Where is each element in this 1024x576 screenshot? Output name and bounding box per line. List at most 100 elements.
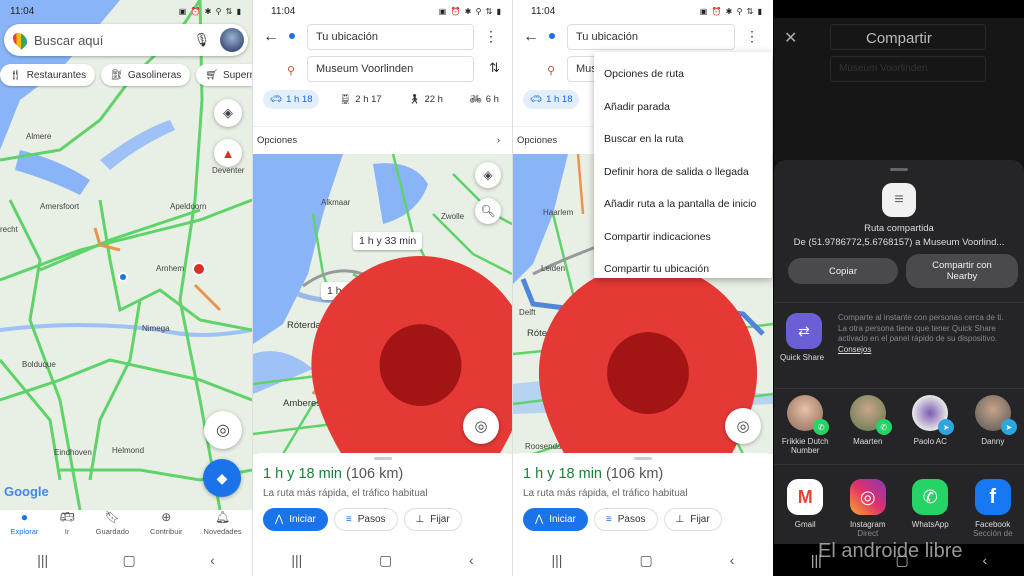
steps-button[interactable]: ≡ Pasos [333, 508, 398, 531]
road-closed-icon[interactable] [192, 262, 206, 276]
contact-item[interactable]: ✆ Frikkie Dutch Number [775, 395, 835, 464]
mode-time: 6 h [485, 94, 499, 105]
menu-item-add-stop[interactable]: Añadir parada [594, 91, 772, 124]
destination-input[interactable]: Museum Voorlinden [307, 56, 474, 82]
start-button[interactable]: ⋀ Iniciar [523, 508, 588, 531]
share-content-title: Ruta compartida [864, 223, 934, 234]
search-along-button[interactable]: 🔍︎ [475, 198, 501, 224]
pin-icon: ● [20, 510, 29, 524]
google-logo: Google [4, 484, 49, 499]
nav-go[interactable]: 🚌︎ Ir [59, 510, 74, 546]
home-icon[interactable]: ▢ [123, 552, 136, 569]
my-location-button[interactable]: ◎ [725, 408, 761, 444]
app-facebook[interactable]: f Facebook Sección de [963, 479, 1023, 538]
menu-item-route-options[interactable]: Opciones de ruta [594, 58, 772, 91]
pin-button[interactable]: ⊥ Fijar [663, 508, 722, 531]
menu-item-add-to-home[interactable]: Añadir ruta a la pantalla de inicio [594, 188, 772, 221]
nav-saved[interactable]: 🔖︎ Guardado [96, 510, 129, 546]
back-icon[interactable]: ‹ [982, 552, 987, 568]
mode-transit[interactable]: 🚆︎ 2 h 17 [332, 90, 388, 109]
dim-destination-field: Museum Voorlinden [830, 56, 986, 82]
contact-avatar: ➤ [912, 395, 955, 435]
contact-item[interactable]: ➤ Danny [963, 395, 1023, 464]
chip-restaurants[interactable]: 🍴︎ Restaurantes [0, 64, 96, 86]
nav-updates[interactable]: 🔔︎ Novedades [204, 510, 242, 546]
drag-handle[interactable] [373, 457, 392, 460]
telegram-badge-icon: ➤ [1000, 419, 1017, 435]
chip-supermarket[interactable]: 🛒︎ Superme [196, 64, 252, 86]
facebook-icon: f [974, 479, 1011, 515]
home-icon[interactable]: ▢ [379, 552, 392, 569]
back-arrow-icon[interactable]: ← [263, 28, 279, 46]
search-input[interactable]: Buscar aquí [34, 33, 193, 48]
share-sheet: ≡ Ruta compartida De (51.9786772,5.67681… [774, 160, 1024, 544]
add-circle-icon: ⊕ [161, 510, 172, 524]
crosshair-icon: ◎ [736, 418, 750, 435]
button-label: Pasos [357, 514, 386, 525]
nearby-button[interactable]: Compartir con Nearby [906, 254, 1018, 288]
back-arrow-icon[interactable]: ← [523, 28, 539, 46]
app-name: Facebook [975, 520, 1011, 529]
contact-name: Danny [981, 437, 1005, 446]
steps-button[interactable]: ≡ Pasos [593, 508, 658, 531]
app-whatsapp[interactable]: ✆ WhatsApp [900, 479, 960, 538]
mode-walk[interactable]: 🚶︎ 22 h [401, 90, 450, 109]
layers-button[interactable]: ◈ [214, 99, 242, 127]
menu-item-set-time[interactable]: Definir hora de salida o llegada [594, 156, 772, 189]
mode-bike[interactable]: 🚲︎ 6 h [463, 90, 506, 109]
compass-button[interactable]: ▲ [214, 139, 242, 167]
home-icon[interactable]: ▢ [639, 552, 652, 569]
mode-car[interactable]: 🚗︎ 1 h 18 [263, 90, 320, 109]
contact-item[interactable]: ➤ Paolo AC [900, 395, 960, 464]
chip-label: Superme [222, 69, 252, 81]
route-map[interactable]: Alkmaar Zwolle Arnhem Róterdam Eindhoven… [253, 154, 512, 454]
pin-button[interactable]: ⊥ Fijar [403, 508, 462, 531]
app-gmail[interactable]: M Gmail [775, 479, 835, 538]
more-vert-icon[interactable]: ⋮ [745, 28, 759, 45]
tips-link[interactable]: Consejos [838, 345, 871, 354]
mic-icon[interactable]: 🎙︎ [193, 32, 210, 48]
menu-item-search-route[interactable]: Buscar en la ruta [594, 123, 772, 156]
back-icon[interactable]: ‹ [210, 552, 215, 568]
map-label: Zwolle [441, 212, 465, 221]
apps-row: M Gmail ◎ Instagram Direct ✆ WhatsApp f Faceb… [774, 464, 1024, 538]
my-location-button[interactable]: ◎ [204, 411, 242, 449]
contact-item[interactable]: ✆ Maarten [838, 395, 898, 464]
layers-button[interactable]: ◈ [475, 162, 501, 188]
nav-contribute[interactable]: ⊕ Contribuir [150, 510, 183, 546]
route-note: La ruta más rápida, el tráfico habitual [263, 488, 428, 499]
nav-explore[interactable]: ● Explorar [11, 510, 39, 546]
mode-time: 1 h 18 [286, 94, 313, 105]
back-icon[interactable]: ‹ [730, 552, 735, 568]
more-vert-icon[interactable]: ⋮ [484, 28, 498, 45]
origin-input[interactable]: Tu ubicación [567, 24, 735, 50]
mode-car[interactable]: 🚗︎ 1 h 18 [523, 90, 580, 109]
search-bar[interactable]: Buscar aquí 🎙︎ [4, 24, 248, 56]
drag-handle[interactable] [634, 457, 652, 460]
recents-icon[interactable]: ||| [37, 552, 48, 568]
route-duration: 1 h y 18 min (106 km) [523, 466, 773, 482]
options-row[interactable]: Opciones › [253, 126, 512, 154]
close-icon[interactable]: ✕ [784, 28, 797, 48]
menu-item-share-location[interactable]: Compartir tu ubicación [594, 253, 772, 286]
back-icon[interactable]: ‹ [469, 552, 474, 568]
recents-icon[interactable]: ||| [291, 552, 302, 568]
quick-share-icon[interactable]: ⇄ [786, 313, 822, 349]
menu-item-share-directions[interactable]: Compartir indicaciones [594, 221, 772, 254]
copy-button[interactable]: Copiar [788, 258, 898, 284]
chevron-right-icon: › [496, 135, 500, 146]
directions-button[interactable]: ◆ [203, 459, 241, 497]
origin-input[interactable]: Tu ubicación [307, 24, 474, 50]
avatar[interactable] [220, 28, 244, 52]
app-name: WhatsApp [911, 520, 949, 529]
layers-icon: ◈ [483, 168, 493, 182]
drag-handle[interactable] [890, 168, 908, 171]
start-button[interactable]: ⋀ Iniciar [263, 508, 328, 531]
swap-icon[interactable]: ⇅ [489, 60, 500, 76]
chip-gas[interactable]: ⛽︎ Gasolineras [101, 64, 191, 86]
alt-route-bubble[interactable]: 1 h y 33 min [353, 232, 423, 250]
whatsapp-icon: ✆ [912, 479, 949, 515]
app-instagram[interactable]: ◎ Instagram Direct [838, 479, 898, 538]
recents-icon[interactable]: ||| [552, 552, 563, 568]
my-location-button[interactable]: ◎ [463, 408, 499, 444]
